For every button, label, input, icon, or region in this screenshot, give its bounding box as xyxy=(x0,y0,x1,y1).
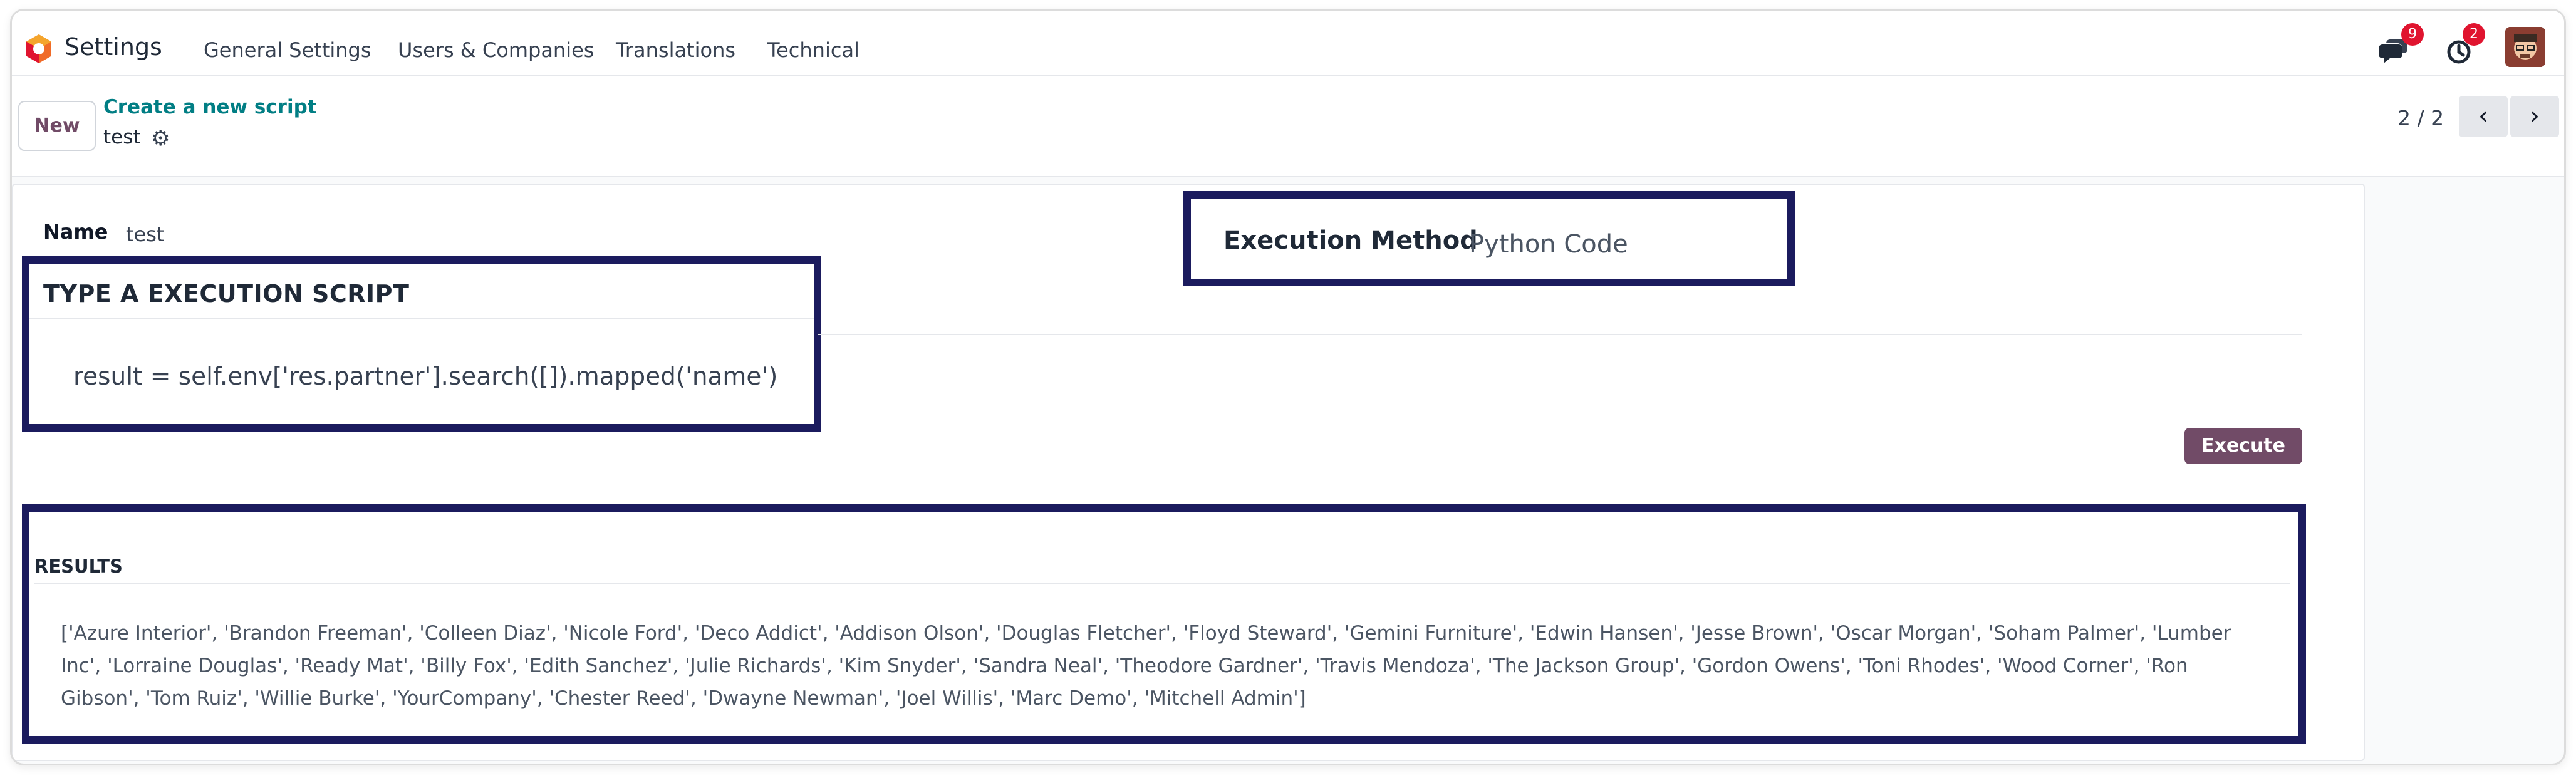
script-code-editor[interactable]: result = self.env['res.partner'].search(… xyxy=(73,363,777,391)
odoo-logo-icon[interactable] xyxy=(23,33,55,65)
new-button[interactable]: New xyxy=(18,101,96,151)
chevron-left-icon: ‹ xyxy=(2478,101,2488,130)
execution-method-box: Execution Method Python Code xyxy=(1183,191,1795,286)
results-divider xyxy=(34,583,2290,584)
menu-technical[interactable]: Technical xyxy=(767,38,860,62)
menu-users-companies[interactable]: Users & Companies xyxy=(398,38,594,62)
gear-icon[interactable]: ⚙ xyxy=(151,126,170,151)
script-box: TYPE A EXECUTION SCRIPT result = self.en… xyxy=(22,256,821,432)
menu-general-settings[interactable]: General Settings xyxy=(204,38,371,62)
section-divider xyxy=(29,318,814,319)
results-title: RESULTS xyxy=(34,556,123,577)
execute-button[interactable]: Execute xyxy=(2184,428,2302,464)
form-sheet: Name test Execution Method Python Code T… xyxy=(12,184,2365,761)
user-avatar[interactable] xyxy=(2505,27,2545,67)
execution-method-field[interactable]: Python Code xyxy=(1469,230,1628,259)
messages-badge: 9 xyxy=(2401,23,2424,46)
app-window: Settings General Settings Users & Compan… xyxy=(10,9,2566,765)
top-navbar: Settings General Settings Users & Compan… xyxy=(12,11,2564,76)
menu-translations[interactable]: Translations xyxy=(616,38,735,62)
control-panel: New Create a new script test ⚙ 2 / 2 ‹ › xyxy=(12,76,2564,177)
script-divider xyxy=(818,334,2302,335)
app-name[interactable]: Settings xyxy=(65,33,162,61)
results-output: ['Azure Interior', 'Brandon Freeman', 'C… xyxy=(61,622,2231,710)
script-section-title: TYPE A EXECUTION SCRIPT xyxy=(43,280,410,308)
activities-badge: 2 xyxy=(2463,23,2485,46)
pager-value[interactable]: 2 / 2 xyxy=(2397,106,2444,130)
name-label: Name xyxy=(43,220,108,244)
pager-previous-button[interactable]: ‹ xyxy=(2459,96,2508,137)
breadcrumb-current: test xyxy=(103,126,141,148)
breadcrumb-parent[interactable]: Create a new script xyxy=(103,96,317,118)
execution-method-label: Execution Method xyxy=(1223,226,1478,255)
pager-next-button[interactable]: › xyxy=(2510,96,2559,137)
name-field[interactable]: test xyxy=(126,222,164,246)
results-box: RESULTS ['Azure Interior', 'Brandon Free… xyxy=(22,504,2306,744)
chevron-right-icon: › xyxy=(2530,101,2540,130)
